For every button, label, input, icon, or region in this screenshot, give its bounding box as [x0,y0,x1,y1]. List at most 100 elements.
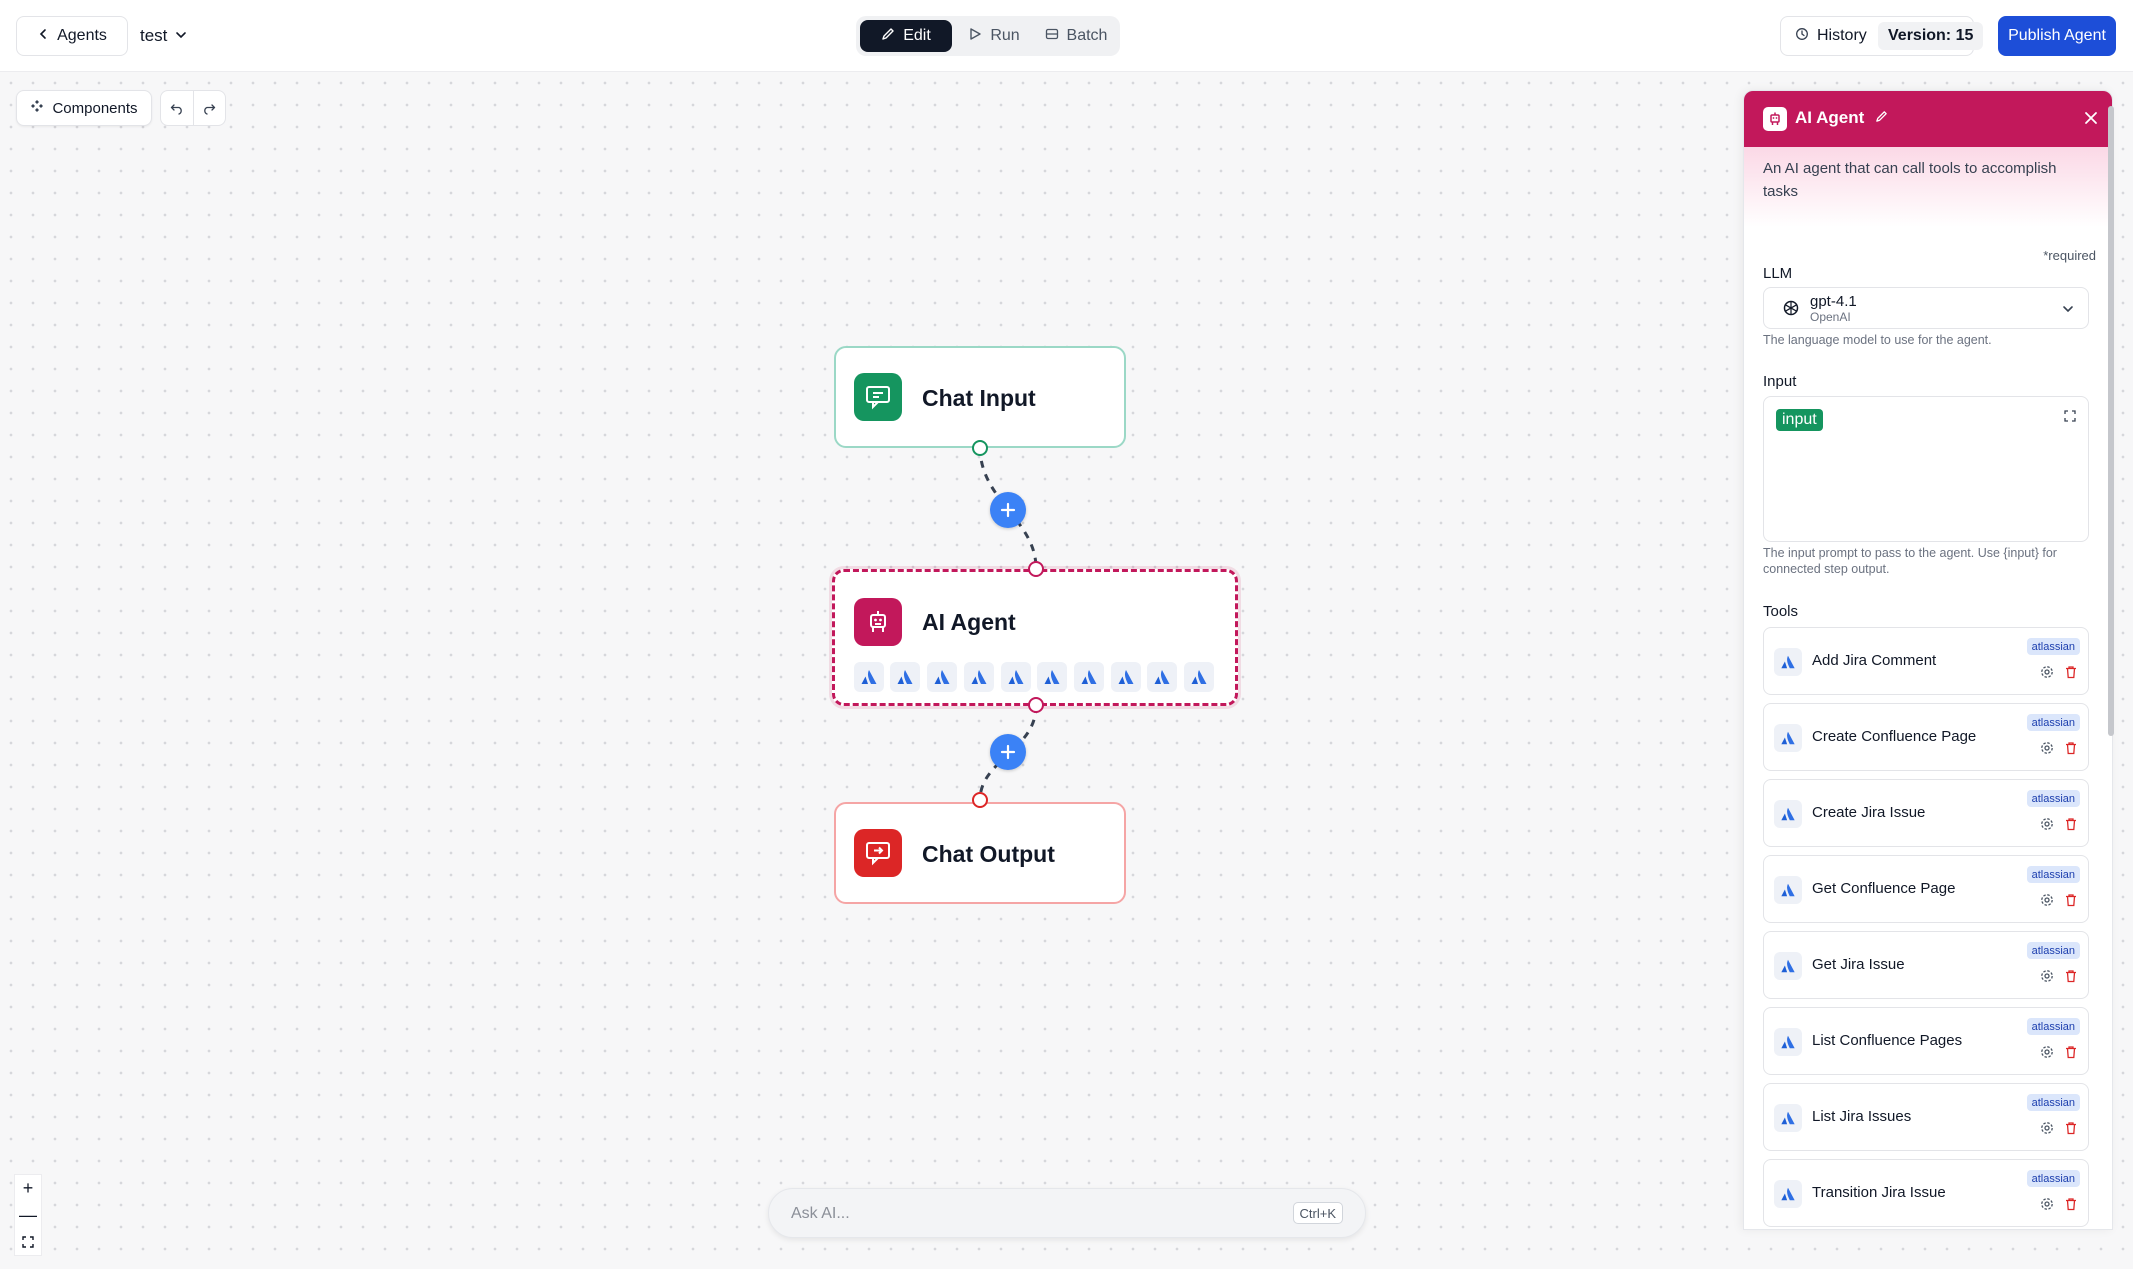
atlassian-icon [1774,724,1802,752]
ai-agent-title: AI Agent [922,609,1016,635]
atlassian-icon [854,662,884,692]
chat-output-icon [854,829,902,877]
ask-ai-input[interactable] [791,1201,1251,1227]
chat-input-node[interactable]: Chat Input [834,346,1126,448]
panel-scrollbar[interactable] [2108,106,2114,736]
ask-ai-bar: Ctrl+K [768,1188,1366,1238]
chat-output-in-port[interactable] [972,792,988,808]
trash-icon[interactable] [2064,1197,2078,1211]
plus-icon [1000,502,1016,518]
chat-input-title: Chat Input [922,385,1036,411]
atlassian-icon [1774,800,1802,828]
input-variable-chip: input [1776,409,1823,431]
provider-badge: atlassian [2026,866,2080,883]
provider-badge: atlassian [2026,1094,2080,1111]
zoom-in-icon[interactable]: + [15,1175,41,1202]
chat-input-out-port[interactable] [972,440,988,456]
input-label: Input [1763,373,1797,390]
zoom-controls: + — [14,1174,42,1256]
trash-icon[interactable] [2064,893,2078,907]
ai-agent-in-port[interactable] [1028,561,1044,577]
robot-icon [854,598,902,646]
provider-badge: atlassian [2026,1170,2080,1187]
ai-agent-node[interactable]: AI Agent [832,569,1238,706]
input-hint: The input prompt to pass to the agent. U… [1763,546,2057,576]
tool-name: Get Confluence Page [1812,880,1956,897]
atlassian-icon [1774,1104,1802,1132]
atlassian-icon [927,662,957,692]
panel-description-area: An AI agent that can call tools to accom… [1744,147,2112,227]
atlassian-icon [1111,662,1141,692]
robot-icon [1763,107,1787,131]
shortcut-hint: Ctrl+K [1292,1202,1343,1224]
llm-select[interactable]: gpt-4.1 OpenAI [1763,287,2089,329]
panel-title: AI Agent [1795,108,1888,128]
trash-icon[interactable] [2064,817,2078,831]
gear-icon[interactable] [2040,741,2054,755]
provider-badge: atlassian [2026,638,2080,655]
atlassian-icon [1774,648,1802,676]
atlassian-icon [1774,1028,1802,1056]
atlassian-icon [1774,876,1802,904]
gear-icon[interactable] [2040,893,2054,907]
gear-icon[interactable] [2040,1121,2054,1135]
tool-name: Transition Jira Issue [1812,1184,1946,1201]
required-note: *required [2043,248,2096,263]
expand-icon[interactable] [2064,409,2076,427]
tool-card[interactable]: Get Jira Issue atlassian [1763,931,2089,999]
atlassian-icon [1037,662,1067,692]
llm-provider: OpenAI [1810,310,1851,324]
gear-icon[interactable] [2040,969,2054,983]
chat-input-icon [854,373,902,421]
zoom-out-icon[interactable]: — [15,1202,41,1229]
trash-icon[interactable] [2064,665,2078,679]
atlassian-icon [1074,662,1104,692]
atlassian-icon [1184,662,1214,692]
atlassian-icon [1774,1180,1802,1208]
tool-name: List Confluence Pages [1812,1032,1963,1049]
chat-output-node[interactable]: Chat Output [834,802,1126,904]
tool-card[interactable]: Add Jira Comment atlassian [1763,627,2089,695]
trash-icon[interactable] [2064,1045,2078,1059]
input-prompt-field[interactable]: input [1763,396,2089,542]
add-step-button[interactable] [990,492,1026,528]
close-icon[interactable] [2084,105,2098,131]
atlassian-icon [1147,662,1177,692]
tool-card[interactable]: List Jira Issues atlassian [1763,1083,2089,1151]
gear-icon[interactable] [2040,1197,2054,1211]
add-step-button[interactable] [990,734,1026,770]
tools-label: Tools [1763,603,1799,620]
ai-agent-out-port[interactable] [1028,697,1044,713]
atlassian-icon [890,662,920,692]
tool-card[interactable]: List Confluence Pages atlassian [1763,1007,2089,1075]
provider-badge: atlassian [2026,714,2080,731]
panel-title-text: AI Agent [1795,108,1865,127]
tool-card[interactable]: Create Confluence Page atlassian [1763,703,2089,771]
tool-card[interactable]: Create Jira Issue atlassian [1763,779,2089,847]
trash-icon[interactable] [2064,741,2078,755]
trash-icon[interactable] [2064,969,2078,983]
chevron-down-icon [2062,302,2074,320]
tool-card[interactable]: Transition Jira Issue atlassian [1763,1159,2089,1227]
panel-description: An AI agent that can call tools to accom… [1763,160,2057,200]
gear-icon[interactable] [2040,1045,2054,1059]
tool-card[interactable]: Get Confluence Page atlassian [1763,855,2089,923]
tool-name: Create Jira Issue [1812,804,1926,821]
atlassian-icon [1001,662,1031,692]
tool-name: List Jira Issues [1812,1108,1912,1125]
llm-label: LLM [1763,265,1793,282]
edit-name-icon[interactable] [1875,108,1888,127]
provider-badge: atlassian [2026,790,2080,807]
llm-hint: The language model to use for the agent. [1763,333,1992,347]
tool-name: Add Jira Comment [1812,652,1937,669]
node-settings-panel: AI Agent An AI agent that can call tools… [1743,90,2113,1230]
fit-view-icon[interactable] [15,1228,41,1255]
gear-icon[interactable] [2040,665,2054,679]
tool-name: Create Confluence Page [1812,728,1977,745]
provider-badge: atlassian [2026,1018,2080,1035]
panel-header: AI Agent [1744,91,2112,147]
trash-icon[interactable] [2064,1121,2078,1135]
gear-icon[interactable] [2040,817,2054,831]
provider-badge: atlassian [2026,942,2080,959]
plus-icon [1000,744,1016,760]
